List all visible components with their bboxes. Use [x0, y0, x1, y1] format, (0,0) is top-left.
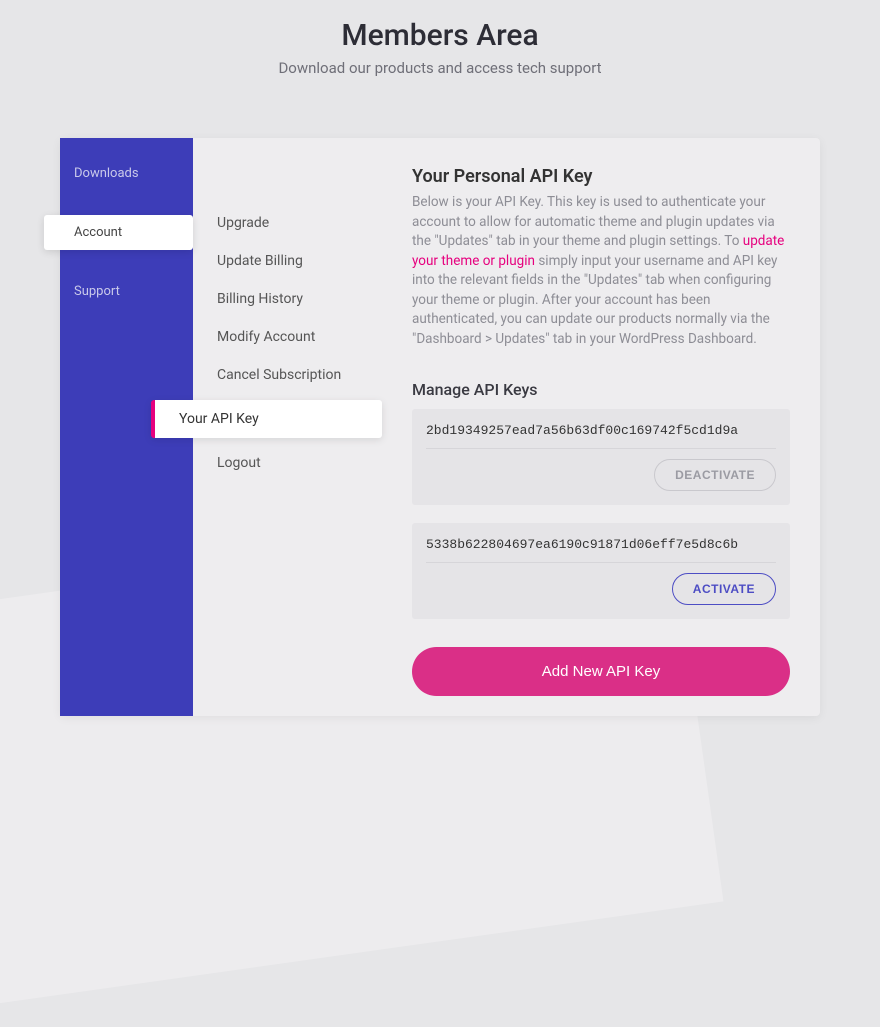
manage-heading: Manage API Keys — [412, 380, 790, 399]
add-api-key-button[interactable]: Add New API Key — [412, 647, 790, 696]
intro-text: Below is your API Key. This key is used … — [412, 193, 790, 350]
page-title: Members Area — [0, 18, 880, 53]
sidebar-item-account[interactable]: Account — [44, 215, 193, 250]
members-panel: Downloads Account Support Upgrade Update… — [60, 138, 820, 716]
page-subtitle: Download our products and access tech su… — [0, 59, 880, 77]
secondary-sidebar: Upgrade Update Billing Billing History M… — [193, 138, 382, 716]
sub-item-logout[interactable]: Logout — [193, 444, 382, 482]
api-key-actions: DEACTIVATE — [426, 459, 776, 491]
content-heading: Your Personal API Key — [412, 166, 790, 187]
sub-item-cancel-subscription[interactable]: Cancel Subscription — [193, 356, 382, 394]
sub-item-modify-account[interactable]: Modify Account — [193, 318, 382, 356]
sub-item-api-key[interactable]: Your API Key — [151, 400, 382, 438]
sidebar-item-downloads[interactable]: Downloads — [60, 156, 193, 191]
api-key-actions: ACTIVATE — [426, 573, 776, 605]
sub-item-upgrade[interactable]: Upgrade — [193, 204, 382, 242]
api-key-value: 2bd19349257ead7a56b63df00c169742f5cd1d9a — [426, 423, 776, 449]
intro-before: Below is your API Key. This key is used … — [412, 194, 775, 249]
sub-item-update-billing[interactable]: Update Billing — [193, 242, 382, 280]
content-area: Your Personal API Key Below is your API … — [382, 138, 820, 716]
deactivate-button[interactable]: DEACTIVATE — [654, 459, 776, 491]
api-key-box: 5338b622804697ea6190c91871d06eff7e5d8c6b… — [412, 523, 790, 619]
api-key-value: 5338b622804697ea6190c91871d06eff7e5d8c6b — [426, 537, 776, 563]
page-header: Members Area Download our products and a… — [0, 0, 880, 77]
api-key-box: 2bd19349257ead7a56b63df00c169742f5cd1d9a… — [412, 409, 790, 505]
sidebar-item-support[interactable]: Support — [60, 274, 193, 309]
activate-button[interactable]: ACTIVATE — [672, 573, 776, 605]
sub-item-billing-history[interactable]: Billing History — [193, 280, 382, 318]
